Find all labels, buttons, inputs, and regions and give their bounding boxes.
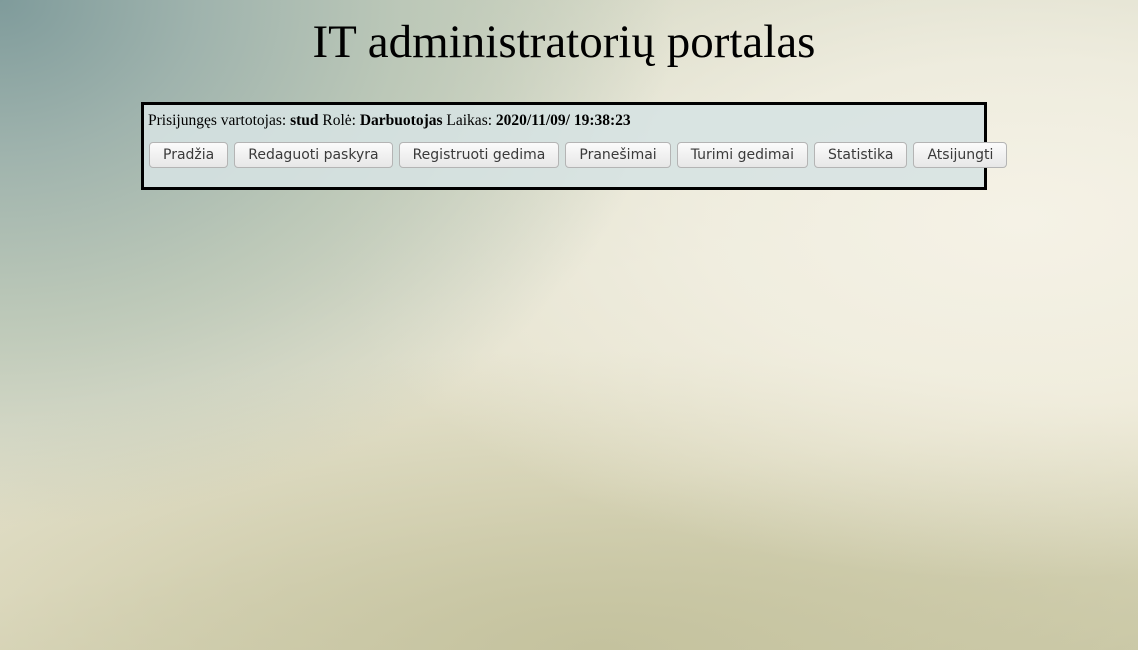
home-button[interactable]: Pradžia (149, 142, 229, 168)
current-faults-button[interactable]: Turimi gedimai (676, 142, 808, 168)
statistics-button[interactable]: Statistika (814, 142, 908, 168)
current-time: 2020/11/09/ 19:38:23 (495, 112, 631, 129)
user-info-panel: Prisijungęs vartotojas: stud Rolė: Darbu… (141, 102, 1008, 190)
user-info-line: Prisijungęs vartotojas: stud Rolė: Darbu… (148, 112, 631, 130)
edit-account-button[interactable]: Redaguoti paskyra (234, 142, 393, 168)
time-label: Laikas: (446, 112, 493, 129)
role-label: Rolė: (322, 112, 356, 129)
register-fault-button[interactable]: Registruoti gedima (398, 142, 560, 168)
user-label: Prisijungęs vartotojas: (148, 112, 287, 129)
notifications-button[interactable]: Pranešimai (565, 142, 671, 168)
logout-button[interactable]: Atsijungti (913, 142, 1008, 168)
user-role: Darbuotojas (359, 112, 443, 129)
page-title: IT administratorių portalas (312, 16, 816, 68)
nav-button-row: Pradžia Redaguoti paskyra Registruoti ge… (149, 142, 1008, 168)
user-name: stud (290, 112, 319, 129)
